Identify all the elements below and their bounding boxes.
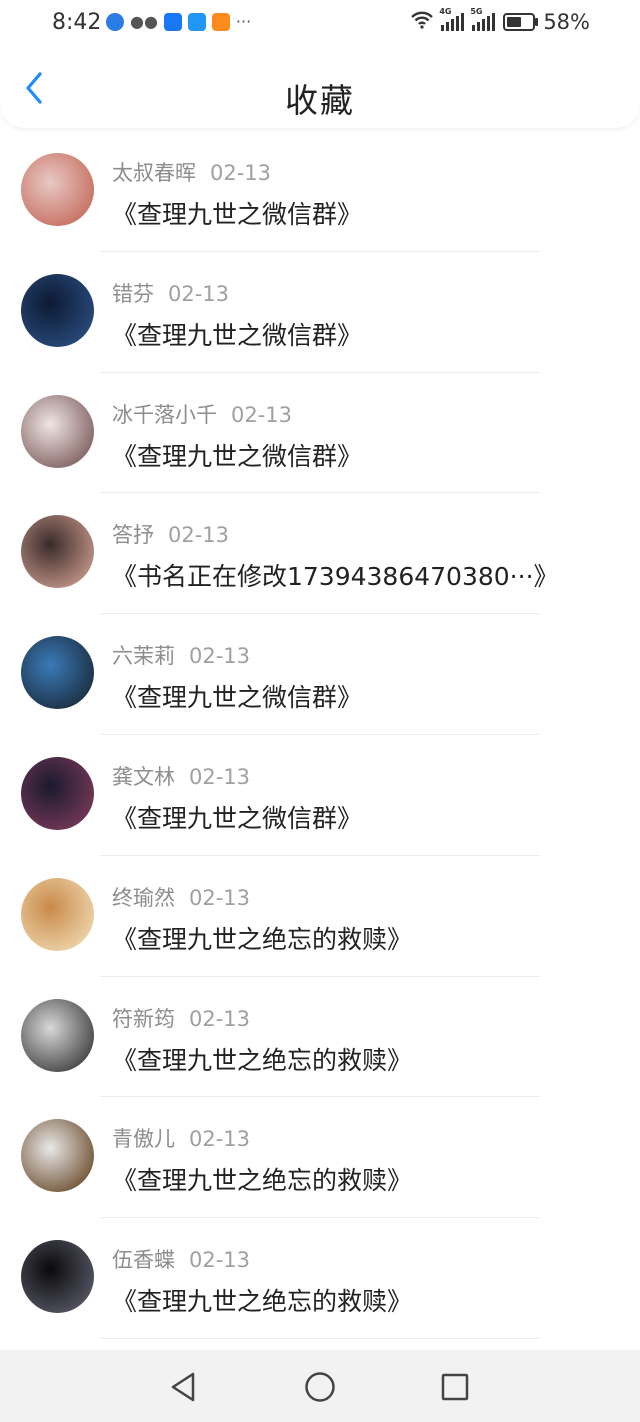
book-title[interactable]: 《查理九世之微信群》 <box>112 799 362 835</box>
wifi-icon <box>411 10 434 34</box>
signal-4g-label: 4G <box>439 7 452 16</box>
user-name: 答抒 <box>112 523 154 548</box>
item-meta: 伍香蝶 02-13 <box>112 1244 250 1274</box>
item-meta: 青傲儿 02-13 <box>112 1123 250 1153</box>
status-bar: 8:42 ●● ··· 4G 5G 58% <box>0 0 640 48</box>
item-date: 02-13 <box>189 644 251 669</box>
item-date: 02-13 <box>168 523 230 548</box>
user-name: 六茉莉 <box>112 644 175 669</box>
list-item[interactable]: 太叔春晖 02-13 《查理九世之微信群》 <box>0 131 640 252</box>
battery-level: 58% <box>543 10 590 34</box>
nav-recents-button[interactable] <box>438 1370 472 1404</box>
signal-4g-icon: 4G <box>439 7 465 31</box>
item-meta: 龚文林 02-13 <box>112 761 250 791</box>
item-meta: 太叔春晖 02-13 <box>112 157 271 187</box>
user-name: 伍香蝶 <box>112 1248 175 1273</box>
avatar[interactable] <box>21 636 94 710</box>
item-date: 02-13 <box>231 402 293 427</box>
avatar[interactable] <box>21 394 94 468</box>
list-item[interactable]: 六茉莉 02-13 《查理九世之微信群》 <box>0 614 640 735</box>
status-time: 8:42 <box>52 10 102 35</box>
avatar[interactable] <box>21 273 94 347</box>
user-name: 冰千落小千 <box>112 402 217 427</box>
app-notification-icon <box>163 12 182 31</box>
page-title: 收藏 <box>285 81 355 120</box>
book-title[interactable]: 《查理九世之微信群》 <box>112 678 362 714</box>
favorites-list: 太叔春晖 02-13 《查理九世之微信群》 错芬 02-13 《查理九世之微信群》 冰千落小… <box>0 131 640 1339</box>
list-item[interactable]: 答抒 02-13 《书名正在修改17394386470380···》 <box>0 493 640 615</box>
system-nav-bar <box>0 1350 640 1422</box>
list-item[interactable]: 错芬 02-13 《查理九世之微信群》 <box>0 252 640 373</box>
user-name: 符新筠 <box>112 1006 175 1031</box>
signal-5g-icon: 5G <box>470 7 496 31</box>
item-meta: 符新筠 02-13 <box>112 1003 250 1033</box>
item-meta: 终瑜然 02-13 <box>112 882 250 912</box>
signal-5g-label: 5G <box>470 7 483 16</box>
nav-back-button[interactable] <box>167 1370 201 1404</box>
avatar[interactable] <box>21 515 94 589</box>
list-item[interactable]: 冰千落小千 02-13 《查理九世之微信群》 <box>0 373 640 494</box>
book-title[interactable]: 《查理九世之绝忘的救赎》 <box>112 1282 412 1318</box>
item-date: 02-13 <box>189 1248 251 1273</box>
nav-home-button[interactable] <box>303 1370 337 1404</box>
item-meta: 冰千落小千 02-13 <box>112 399 292 429</box>
status-indicators: 4G 5G 58% <box>411 7 590 34</box>
triangle-back-icon <box>171 1372 195 1402</box>
item-meta: 错芬 02-13 <box>112 278 229 308</box>
user-name: 龚文林 <box>112 764 175 789</box>
item-meta: 答抒 02-13 <box>112 519 229 549</box>
item-date: 02-13 <box>189 1006 251 1031</box>
user-name: 终瑜然 <box>112 885 175 910</box>
list-item[interactable]: 终瑜然 02-13 《查理九世之绝忘的救赎》 <box>0 856 640 977</box>
avatar[interactable] <box>21 1119 94 1193</box>
user-name: 太叔春晖 <box>112 161 196 185</box>
book-title[interactable]: 《查理九世之微信群》 <box>112 195 362 231</box>
avatar[interactable] <box>21 153 94 226</box>
more-notifications-icon: ··· <box>235 12 252 31</box>
square-recents-icon <box>441 1373 469 1401</box>
avatar[interactable] <box>21 1240 94 1314</box>
weather-notification-icon <box>187 12 206 31</box>
book-title[interactable]: 《查理九世之绝忘的救赎》 <box>112 920 412 956</box>
circle-home-icon <box>305 1372 335 1402</box>
user-name: 青傲儿 <box>112 1127 175 1152</box>
item-date: 02-13 <box>189 885 251 910</box>
avatar[interactable] <box>21 998 94 1072</box>
item-date: 02-13 <box>210 161 272 185</box>
wechat-notification-icon: ●● <box>130 12 158 31</box>
divider <box>100 1337 540 1339</box>
book-title[interactable]: 《书名正在修改17394386470380···》 <box>112 557 559 593</box>
list-item[interactable]: 青傲儿 02-13 《查理九世之绝忘的救赎》 <box>0 1097 640 1219</box>
list-item[interactable]: 伍香蝶 02-13 《查理九世之绝忘的救赎》 <box>0 1218 640 1339</box>
item-meta: 六茉莉 02-13 <box>112 640 250 670</box>
book-title[interactable]: 《查理九世之绝忘的救赎》 <box>112 1041 412 1077</box>
list-item[interactable]: 符新筠 02-13 《查理九世之绝忘的救赎》 <box>0 977 640 1098</box>
item-date: 02-13 <box>168 281 230 306</box>
book-title[interactable]: 《查理九世之绝忘的救赎》 <box>112 1161 412 1197</box>
list-item[interactable]: 龚文林 02-13 《查理九世之微信群》 <box>0 735 640 856</box>
avatar[interactable] <box>21 756 94 830</box>
user-name: 错芬 <box>112 281 154 306</box>
avatar[interactable] <box>21 877 94 951</box>
app-header: 收藏 <box>0 48 640 128</box>
book-title[interactable]: 《查理九世之微信群》 <box>112 316 362 352</box>
book-title[interactable]: 《查理九世之微信群》 <box>112 437 362 473</box>
item-date: 02-13 <box>189 1127 251 1152</box>
notification-icons: ●● ··· <box>106 12 251 31</box>
video-notification-icon <box>211 12 230 31</box>
battery-icon <box>503 13 539 31</box>
browser-notification-icon <box>106 12 124 31</box>
item-date: 02-13 <box>189 764 251 789</box>
